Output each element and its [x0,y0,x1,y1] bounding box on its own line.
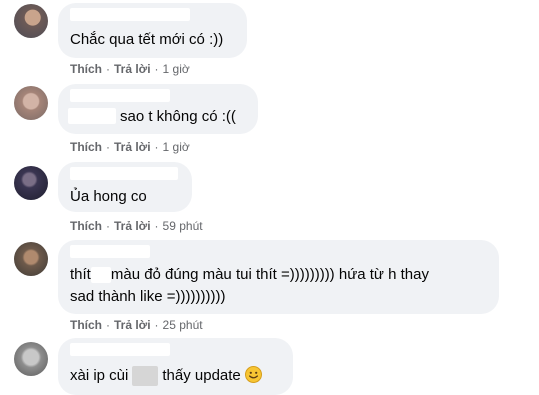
redacted-word [90,267,111,284]
like-button[interactable]: Thích [70,140,102,154]
comment-text-start: thít [70,266,91,283]
comment-actions: Thích · Trả lời · 25 phút [70,318,203,332]
avatar[interactable] [14,342,48,376]
comment-text: sao t không có :(( [120,108,236,125]
comment-text: Ủa hong co [70,188,147,205]
author-name-redacted[interactable] [70,8,190,21]
comment-actions: Thích · Trả lời · 59 phút [70,219,203,233]
smiling-face-icon [244,366,262,389]
timestamp[interactable]: 1 giờ [163,140,190,154]
author-name-redacted[interactable] [70,343,170,356]
comment-text-rest: màu đỏ đúng màu tui thít =))))))))) hứa … [110,266,429,283]
reply-button[interactable]: Trả lời [114,62,151,76]
comment-bubble: thít màu đỏ đúng màu tui thít =))))))))) … [58,240,499,314]
avatar[interactable] [14,166,48,200]
comment-text-line-2: sad thành like =)))))))))) [70,288,226,305]
reply-button[interactable]: Trả lời [114,318,151,332]
avatar[interactable] [14,86,48,120]
author-name-redacted[interactable] [70,245,150,258]
timestamp[interactable]: 25 phút [163,318,203,332]
comment-text: Chắc qua tết mới có :)) [70,31,224,48]
comment-thread: Chắc qua tết mới có :)) Thích · Trả lời · 1 … [0,0,539,395]
timestamp[interactable]: 1 giờ [163,62,190,76]
avatar[interactable] [14,242,48,276]
redacted-mention [68,108,116,124]
like-button[interactable]: Thích [70,219,102,233]
like-button[interactable]: Thích [70,62,102,76]
reply-button[interactable]: Trả lời [114,219,151,233]
comment-actions: Thích · Trả lời · 1 giờ [70,140,190,154]
like-button[interactable]: Thích [70,318,102,332]
redacted-word [132,366,159,387]
comment-text-start: xài ip cùi [70,367,129,384]
comment-bubble: sao t không có :(( [58,84,258,134]
reply-button[interactable]: Trả lời [114,140,151,154]
comment-text: xài ip cùi thấy update [70,366,262,389]
comment-bubble: Ủa hong co [58,162,192,212]
author-name-redacted[interactable] [70,89,170,102]
comment-text-rest: thấy update [162,367,241,384]
comment-actions: Thích · Trả lời · 1 giờ [70,62,190,76]
timestamp[interactable]: 59 phút [163,219,203,233]
comment-bubble: xài ip cùi thấy update [58,338,293,395]
comment-text-line-1: thít màu đỏ đúng màu tui thít =))))))))) … [70,265,429,285]
author-name-redacted[interactable] [70,167,178,180]
comment-bubble: Chắc qua tết mới có :)) [58,3,247,58]
avatar[interactable] [14,4,48,38]
